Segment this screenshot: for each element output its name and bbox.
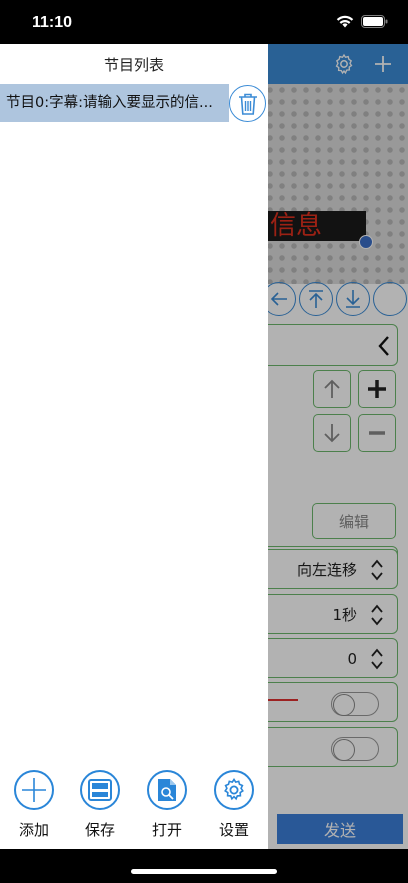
status-icons bbox=[336, 15, 388, 28]
program-list-item[interactable]: 节目0:字幕:请输入要显示的信... bbox=[0, 84, 229, 122]
add-label: 添加 bbox=[18, 821, 49, 839]
settings-tool[interactable]: 设置 bbox=[209, 770, 259, 840]
open-label: 打开 bbox=[151, 821, 182, 839]
home-indicator[interactable] bbox=[131, 869, 277, 874]
program-list-drawer: 节目列表 节目0:字幕:请输入要显示的信... 添加 保存 打开 设置 bbox=[0, 44, 268, 849]
wifi-icon bbox=[336, 15, 354, 28]
drawer-title: 节目列表 bbox=[103, 56, 164, 74]
trash-icon bbox=[238, 93, 257, 115]
battery-icon bbox=[361, 15, 388, 28]
save-program-tool[interactable]: 保存 bbox=[75, 770, 125, 840]
open-file-icon bbox=[147, 770, 187, 810]
status-time: 11:10 bbox=[32, 14, 73, 31]
status-bar: 11:10 bbox=[0, 0, 408, 44]
delete-program-button[interactable] bbox=[229, 85, 266, 122]
add-program-tool[interactable]: 添加 bbox=[9, 770, 59, 840]
save-icon bbox=[80, 770, 120, 810]
open-program-tool[interactable]: 打开 bbox=[142, 770, 192, 840]
plus-icon bbox=[14, 770, 54, 810]
settings-label: 设置 bbox=[218, 821, 249, 839]
home-indicator-area bbox=[0, 849, 408, 883]
gear-icon bbox=[214, 770, 254, 810]
save-label: 保存 bbox=[84, 821, 115, 839]
